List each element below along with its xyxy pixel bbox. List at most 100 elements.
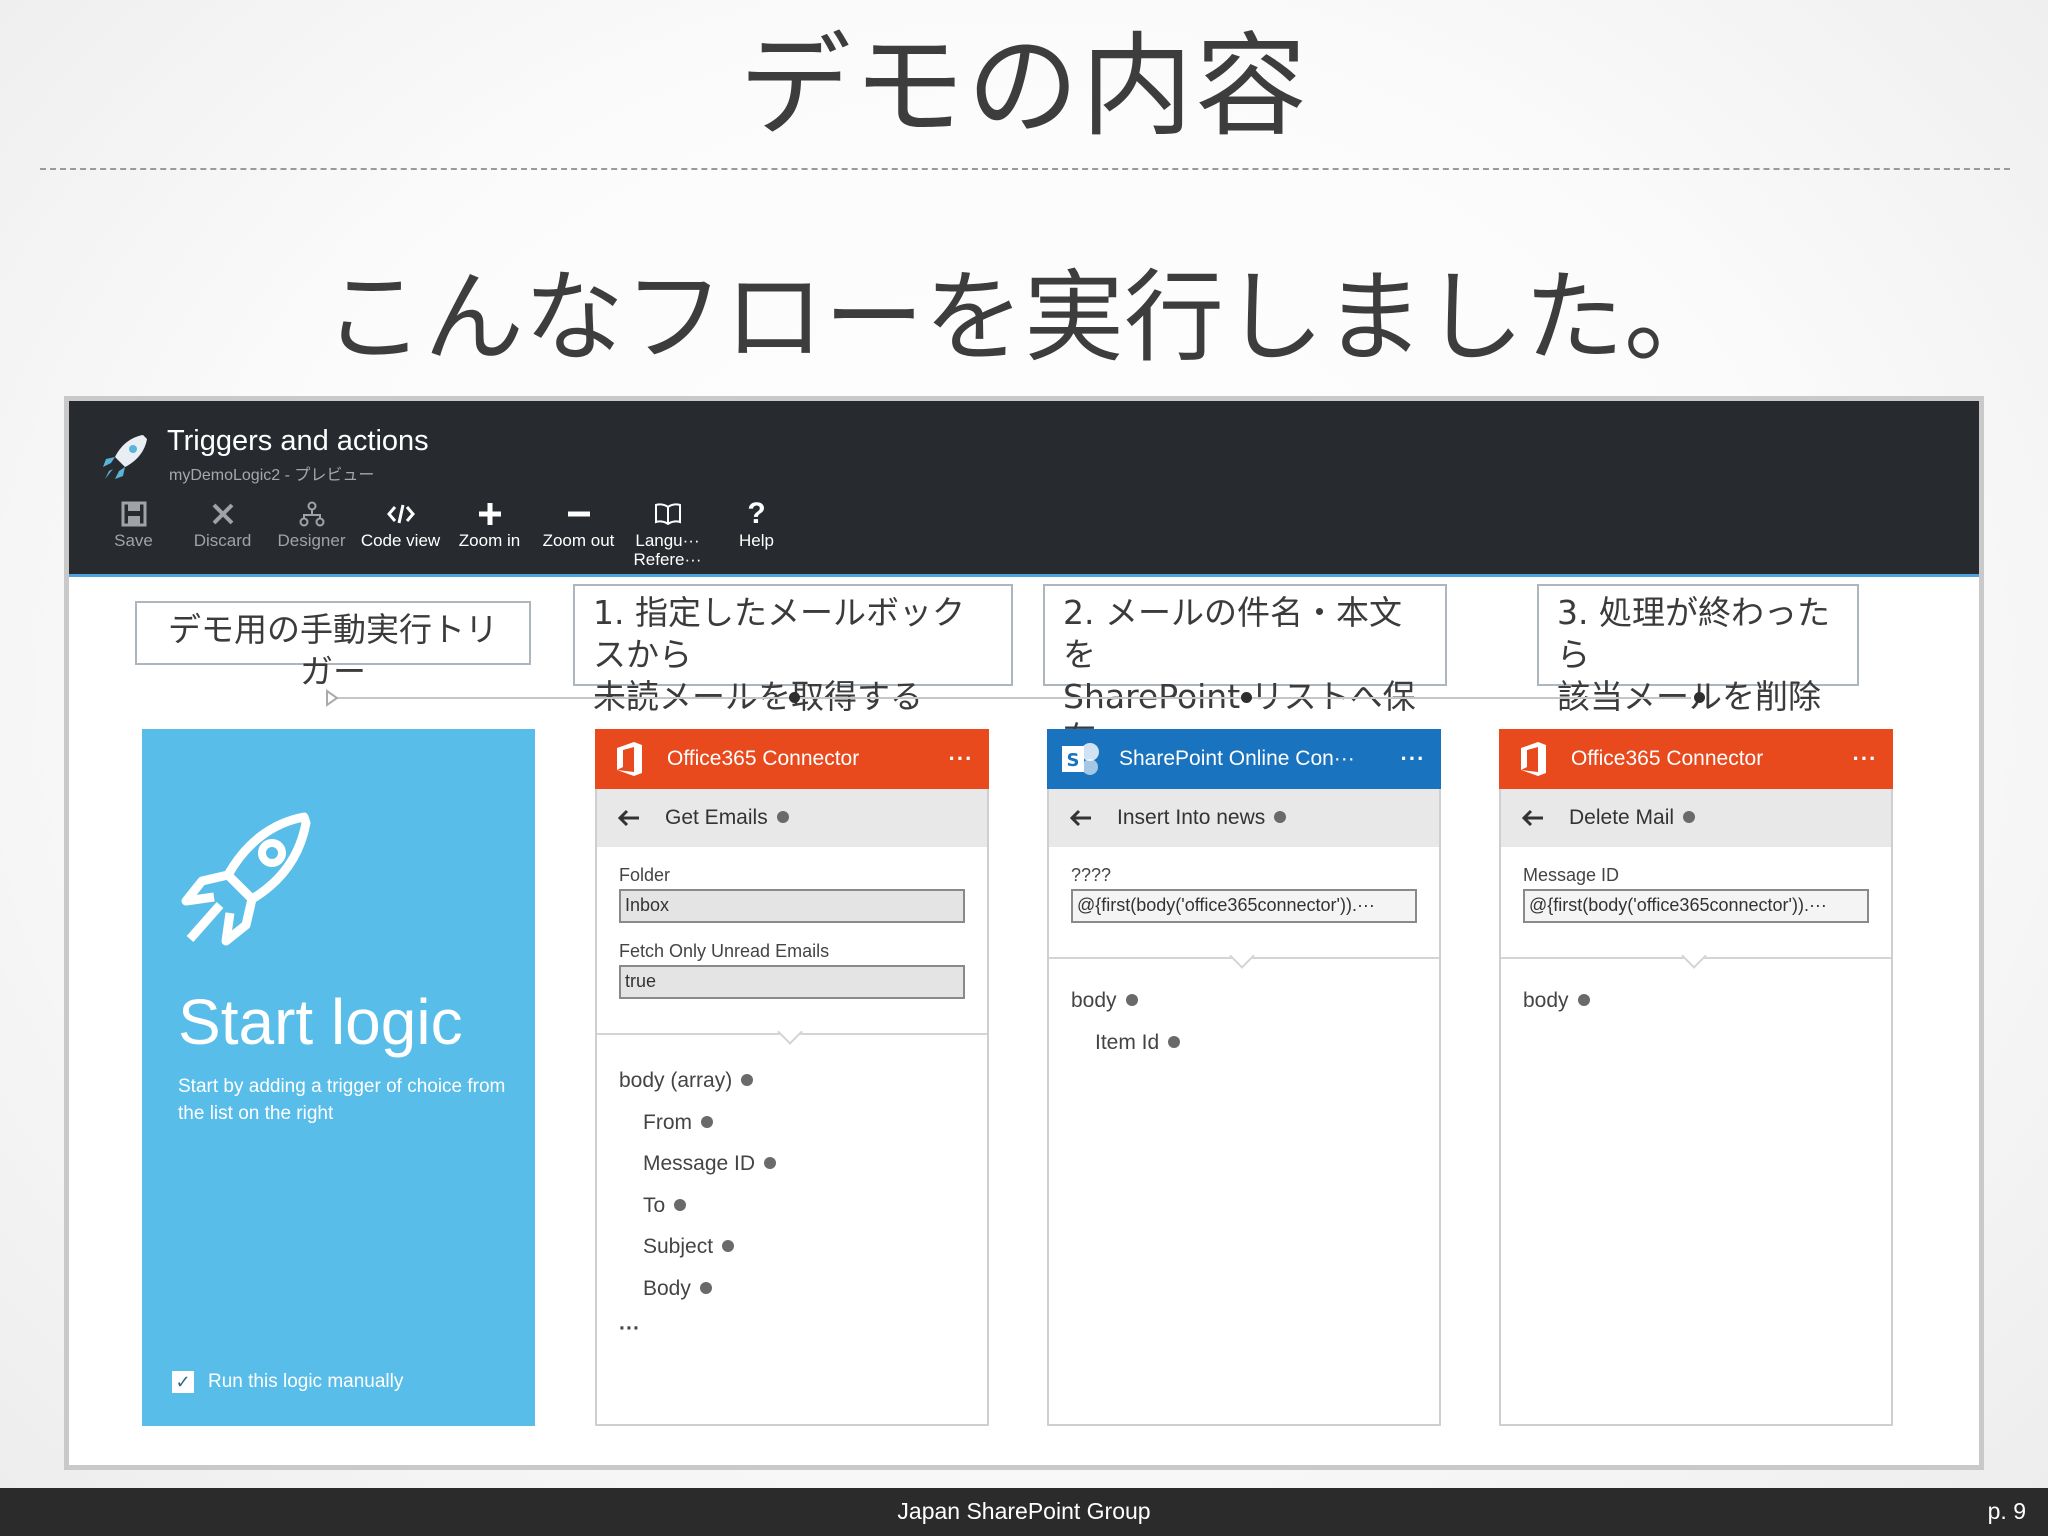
run-manually-checkbox[interactable]: ✓	[172, 1371, 194, 1393]
discard-label: Discard	[193, 531, 252, 550]
operation-name: Insert Into news	[1117, 806, 1266, 829]
operation-name: Delete Mail	[1569, 806, 1675, 829]
zoom-out-button[interactable]: Zoom out	[534, 497, 623, 575]
info-icon[interactable]	[701, 1116, 713, 1129]
code-view-button[interactable]: Code view	[356, 497, 445, 575]
run-manually-option[interactable]: ✓ Run this logic manually	[172, 1371, 403, 1393]
card-operation-bar: Delete Mail	[1501, 789, 1891, 847]
card-header: Office365 Connector ···	[1499, 729, 1893, 789]
designer-canvas: デモ用の手動実行トリガー 1. 指定したメールボックスから 未読メールを取得する…	[69, 580, 1979, 1465]
info-icon[interactable]	[699, 1282, 712, 1295]
message-id-label: Message ID	[1523, 865, 1620, 885]
run-manually-label: Run this logic manually	[208, 1371, 404, 1392]
minus-icon	[566, 497, 592, 531]
info-icon[interactable]	[1125, 994, 1138, 1007]
callout-step3-line1: 3. 処理が終わったら	[1557, 593, 1830, 674]
rocket-icon	[181, 812, 311, 946]
back-arrow-icon[interactable]	[1063, 808, 1099, 828]
output-item: Subject	[643, 1235, 735, 1259]
rocket-icon	[103, 435, 147, 479]
output-item: To	[643, 1194, 687, 1218]
svg-text:S: S	[1067, 750, 1080, 771]
language-reference-label: Langu··· Refere···	[633, 531, 702, 567]
output-item: Item Id	[1095, 1031, 1181, 1055]
card-menu-button[interactable]: ···	[933, 746, 989, 772]
output-item: From	[643, 1111, 713, 1135]
zoom-in-label: Zoom in	[458, 531, 521, 550]
info-icon[interactable]	[764, 1157, 777, 1170]
hierarchy-icon	[299, 497, 325, 531]
info-icon[interactable]	[1577, 994, 1590, 1007]
discard-button[interactable]: Discard	[178, 497, 267, 575]
info-icon[interactable]	[1168, 1036, 1181, 1049]
sharepoint-logo-icon: S	[1059, 739, 1103, 779]
close-icon	[211, 497, 235, 531]
start-logic-title: Start logic	[178, 986, 463, 1058]
message-id-input[interactable]: @{first(body('office365connector')).···	[1523, 889, 1869, 923]
collapse-notch[interactable]	[1229, 943, 1255, 969]
slide-footer: Japan SharePoint Group p. 9	[0, 1488, 2048, 1536]
card-header: S SharePoint Online Con··· ···	[1047, 729, 1441, 789]
info-icon[interactable]	[776, 811, 789, 823]
zoom-in-button[interactable]: Zoom in	[445, 497, 534, 575]
back-arrow-icon[interactable]	[1515, 808, 1551, 828]
card-menu-button[interactable]: ···	[1385, 746, 1441, 772]
language-reference-button[interactable]: Langu··· Refere···	[623, 497, 712, 575]
callout-step3: 3. 処理が終わったら 該当メールを削除	[1537, 584, 1859, 716]
card-menu-button[interactable]: ···	[1837, 746, 1893, 772]
card-operation-bar: Get Emails	[597, 789, 987, 847]
blade-subtitle: myDemoLogic2 - プレビュー	[169, 467, 375, 484]
connector-name: Office365 Connector	[1571, 747, 1764, 770]
folder-label: Folder	[619, 865, 671, 885]
info-icon[interactable]	[1274, 811, 1287, 823]
output-item: Body	[643, 1277, 712, 1301]
folder-input[interactable]: Inbox	[619, 889, 965, 923]
unread-label: Fetch Only Unread Emails	[619, 941, 830, 961]
blade-header: Triggers and actions myDemoLogic2 - プレビュ…	[69, 401, 1979, 577]
callout-step2: 2. メールの件名・本文を SharePoint リストへ保存	[1043, 584, 1447, 758]
collapse-notch[interactable]	[1681, 943, 1707, 969]
logic-app-screenshot: Triggers and actions myDemoLogic2 - プレビュ…	[64, 396, 1984, 1470]
callout-trigger: デモ用の手動実行トリガー	[135, 601, 531, 691]
action-card-insert-news[interactable]: S SharePoint Online Con··· ··· Insert In…	[1047, 729, 1441, 1426]
connector-name: Office365 Connector	[667, 747, 860, 770]
output-root: body	[1071, 989, 1138, 1013]
book-icon	[654, 497, 682, 531]
back-arrow-icon[interactable]	[611, 808, 647, 828]
flow-start-arrow-icon	[326, 689, 339, 707]
flow-node-dot	[1694, 692, 1705, 703]
callout-step2-line1: 2. メールの件名・本文を	[1063, 593, 1402, 674]
field-input[interactable]: @{first(body('office365connector')).···	[1071, 889, 1417, 923]
more-outputs-button[interactable]: ···	[619, 1317, 640, 1341]
help-button[interactable]: ? Help	[712, 497, 801, 575]
title-divider	[40, 168, 2010, 170]
designer-label: Designer	[277, 531, 346, 550]
code-icon	[386, 497, 416, 531]
flow-node-dot	[789, 692, 800, 703]
info-icon[interactable]	[1683, 811, 1696, 823]
callout-trigger-text: デモ用の手動実行トリガー	[168, 610, 498, 691]
info-icon[interactable]	[722, 1240, 735, 1253]
flow-connector	[331, 697, 1691, 699]
code-view-label: Code view	[360, 531, 441, 550]
collapse-notch[interactable]	[777, 1019, 803, 1045]
save-icon	[121, 497, 147, 531]
save-button[interactable]: Save	[89, 497, 178, 575]
page-number: p. 9	[1987, 1498, 2026, 1524]
plus-icon	[477, 497, 503, 531]
start-logic-card[interactable]: Start logic Start by adding a trigger of…	[142, 729, 535, 1426]
blade-title: Triggers and actions	[167, 425, 429, 457]
info-icon[interactable]	[674, 1199, 687, 1212]
command-bar: Save Discard Designer Code view Zoom in …	[89, 497, 801, 575]
action-card-delete-mail[interactable]: Office365 Connector ··· Delete Mail Mess…	[1499, 729, 1893, 1426]
card-header: Office365 Connector ···	[595, 729, 989, 789]
action-card-get-emails[interactable]: Office365 Connector ··· Get Emails Folde…	[595, 729, 989, 1426]
info-icon[interactable]	[741, 1074, 754, 1087]
designer-button[interactable]: Designer	[267, 497, 356, 575]
output-item: Message ID	[643, 1152, 777, 1176]
unread-input[interactable]: true	[619, 965, 965, 999]
start-logic-description: Start by adding a trigger of choice from…	[178, 1076, 506, 1124]
office-logo-icon	[1511, 739, 1555, 779]
question-icon: ?	[747, 497, 766, 530]
zoom-out-label: Zoom out	[542, 531, 615, 550]
